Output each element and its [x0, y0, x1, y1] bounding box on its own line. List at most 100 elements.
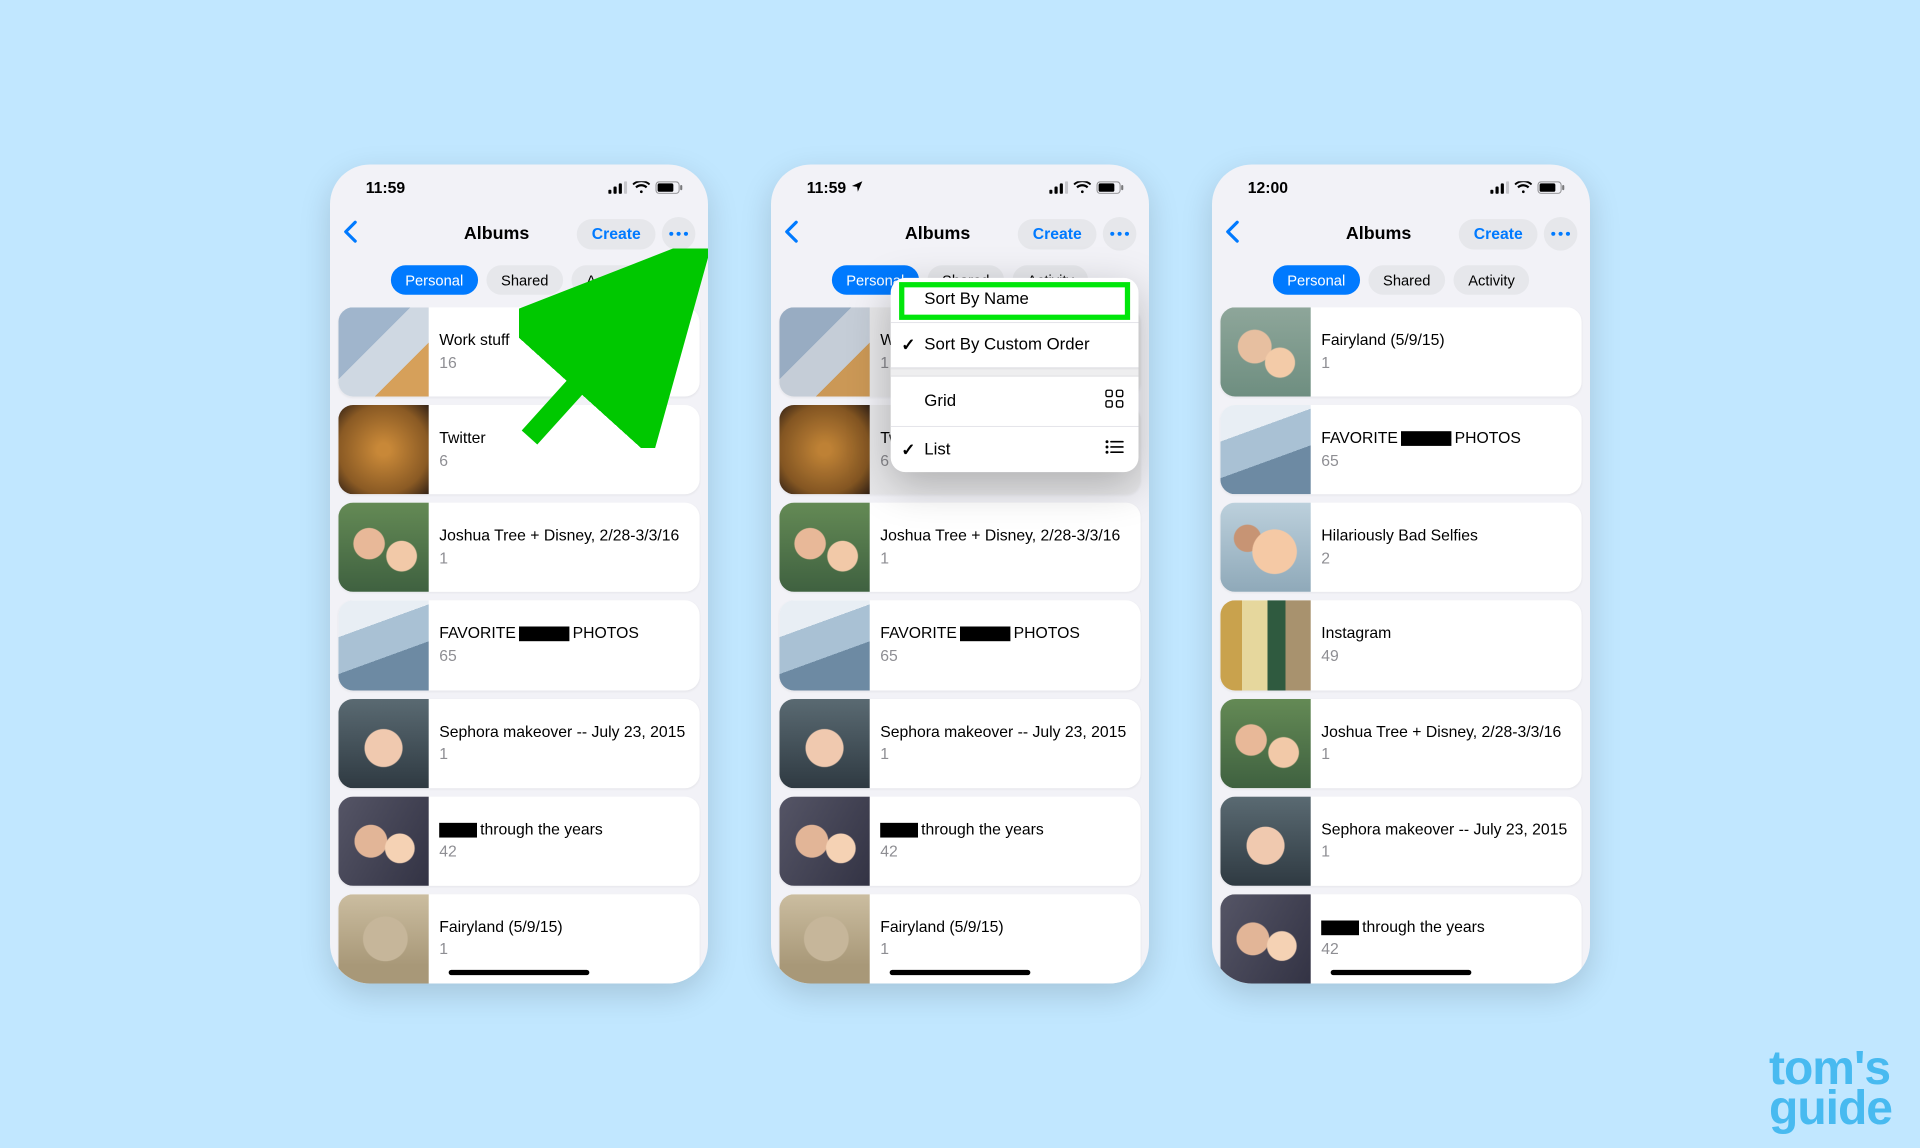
album-row[interactable]: Sephora makeover -- July 23, 2015 1	[338, 698, 699, 787]
redacted-text	[439, 822, 477, 837]
album-title: Instagram	[1321, 624, 1391, 644]
album-count: 65	[1321, 451, 1521, 471]
menu-sort-by-name[interactable]: Sort By Name	[891, 278, 1139, 323]
album-row[interactable]: through the years 42	[779, 796, 1140, 885]
album-row[interactable]: FAVORITEPHOTOS 65	[1220, 405, 1581, 494]
album-thumbnail	[779, 894, 869, 983]
tab-shared[interactable]: Shared	[486, 265, 563, 294]
battery-icon	[1538, 181, 1565, 194]
more-button[interactable]	[1103, 217, 1137, 251]
album-thumbnail	[779, 307, 869, 396]
album-row[interactable]: FAVORITEPHOTOS 65	[338, 601, 699, 690]
album-thumbnail	[338, 503, 428, 592]
album-row[interactable]: Hilariously Bad Selfies 2	[1220, 503, 1581, 592]
album-row[interactable]: Joshua Tree + Disney, 2/28-3/3/16 1	[779, 503, 1140, 592]
wifi-icon	[632, 181, 650, 194]
tab-activity[interactable]: Activity	[1454, 265, 1530, 294]
menu-view-list[interactable]: ✓ List	[891, 427, 1139, 472]
tab-activity[interactable]: Activity	[572, 265, 648, 294]
album-thumbnail	[338, 894, 428, 983]
back-button[interactable]	[343, 220, 358, 248]
album-count: 16	[439, 353, 509, 373]
album-filter-tabs: Personal Shared Activity	[330, 257, 708, 307]
album-title: Joshua Tree + Disney, 2/28-3/3/16	[1321, 722, 1561, 742]
page-title: Albums	[857, 223, 1018, 244]
redacted-text	[1401, 431, 1451, 446]
menu-view-grid[interactable]: Grid	[891, 377, 1139, 427]
album-row[interactable]: Fairyland (5/9/15) 1	[1220, 307, 1581, 396]
battery-icon	[1097, 181, 1124, 194]
more-button[interactable]	[662, 217, 696, 251]
album-thumbnail	[779, 601, 869, 690]
phone-screenshot: 12:00 Albums Create PersonalSharedActivi…	[1212, 165, 1590, 984]
album-count: 65	[439, 646, 639, 666]
album-count: 6	[439, 451, 485, 471]
tab-personal[interactable]: Personal	[1272, 265, 1359, 294]
album-thumbnail	[779, 405, 869, 494]
album-filter-tabs: Personal Shared Activity	[1212, 257, 1590, 307]
tab-shared[interactable]: Shared	[1368, 265, 1445, 294]
album-count: 1	[880, 940, 1003, 960]
create-button[interactable]: Create	[1459, 219, 1537, 249]
album-title: Sephora makeover -- July 23, 2015	[439, 722, 685, 742]
grid-icon	[1105, 389, 1124, 413]
battery-icon	[656, 181, 683, 194]
redacted-text	[880, 822, 918, 837]
phone-screenshot: 11:59 Albums Create Personal Shared Activi…	[330, 165, 708, 984]
album-thumbnail	[779, 796, 869, 885]
album-count: 1	[880, 549, 1120, 569]
album-row[interactable]: Instagram 49	[1220, 601, 1581, 690]
nav-bar: Albums Create	[330, 211, 708, 257]
more-button[interactable]	[1544, 217, 1578, 251]
wifi-icon	[1514, 181, 1532, 194]
album-thumbnail	[338, 698, 428, 787]
album-title: Work stuff	[439, 330, 509, 350]
album-title: Joshua Tree + Disney, 2/28-3/3/16	[880, 526, 1120, 546]
back-button[interactable]	[784, 220, 799, 248]
tab-personal[interactable]: Personal	[390, 265, 477, 294]
album-title: Fairyland (5/9/15)	[1321, 330, 1444, 350]
album-thumbnail	[1220, 503, 1310, 592]
album-count: 1	[1321, 353, 1444, 373]
status-bar: 11:59	[771, 165, 1149, 211]
album-title: through the years	[880, 819, 1044, 839]
create-button[interactable]: Create	[1018, 219, 1096, 249]
check-icon: ✓	[901, 335, 915, 356]
album-thumbnail	[338, 405, 428, 494]
ellipsis-icon	[1551, 232, 1570, 236]
cellular-icon	[608, 181, 627, 194]
album-row[interactable]: FAVORITEPHOTOS 65	[779, 601, 1140, 690]
ellipsis-icon	[1110, 232, 1129, 236]
album-row[interactable]: Sephora makeover -- July 23, 2015 1	[779, 698, 1140, 787]
album-row[interactable]: through the years 42	[338, 796, 699, 885]
home-indicator[interactable]	[1331, 970, 1472, 975]
album-row[interactable]: Joshua Tree + Disney, 2/28-3/3/16 1	[338, 503, 699, 592]
status-time: 11:59	[366, 179, 405, 197]
phone-screenshot: 11:59 Albums Create PersonalSharedActivi…	[771, 165, 1149, 984]
album-title: through the years	[439, 819, 603, 839]
page-title: Albums	[1298, 223, 1459, 244]
album-row[interactable]: Joshua Tree + Disney, 2/28-3/3/16 1	[1220, 698, 1581, 787]
album-title: FAVORITEPHOTOS	[1321, 428, 1521, 448]
album-count: 1	[1321, 744, 1561, 764]
album-list[interactable]: Fairyland (5/9/15) 1 FAVORITEPHOTOS 65 H…	[1212, 307, 1590, 983]
album-count: 1	[439, 744, 685, 764]
album-row[interactable]: Twitter 6	[338, 405, 699, 494]
album-row[interactable]: Work stuff 16	[338, 307, 699, 396]
album-title: Twitter	[439, 428, 485, 448]
cellular-icon	[1049, 181, 1068, 194]
nav-bar: Albums Create	[1212, 211, 1590, 257]
home-indicator[interactable]	[449, 970, 590, 975]
album-thumbnail	[1220, 405, 1310, 494]
create-button[interactable]: Create	[577, 219, 655, 249]
album-row[interactable]: Sephora makeover -- July 23, 2015 1	[1220, 796, 1581, 885]
album-thumbnail	[338, 601, 428, 690]
menu-sort-by-custom[interactable]: ✓ Sort By Custom Order	[891, 323, 1139, 368]
home-indicator[interactable]	[890, 970, 1031, 975]
redacted-text	[519, 627, 569, 642]
list-icon	[1105, 440, 1124, 460]
album-count: 1	[439, 549, 679, 569]
album-list[interactable]: Work stuff 16 Twitter 6 Joshua Tree + Di…	[330, 307, 708, 983]
album-thumbnail	[1220, 894, 1310, 983]
back-button[interactable]	[1225, 220, 1240, 248]
